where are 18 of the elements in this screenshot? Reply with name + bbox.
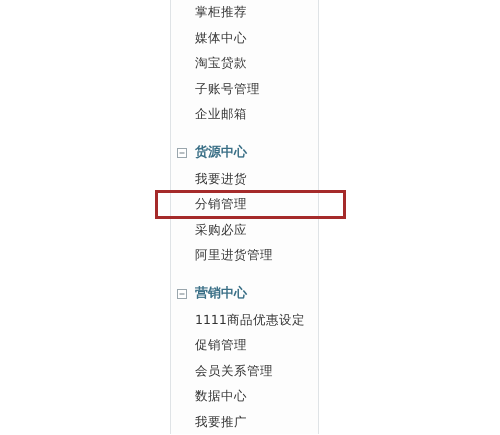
menu-item[interactable]: 我要进货 — [195, 170, 247, 186]
menu-item[interactable]: 掌柜推荐 — [195, 4, 247, 19]
section-title[interactable]: 营销中心 — [195, 284, 247, 304]
menu-item[interactable]: 我要推广 — [195, 414, 247, 428]
collapse-icon[interactable] — [177, 288, 187, 298]
menu-item[interactable]: 1111商品优惠设定 — [195, 312, 305, 326]
section-title[interactable]: 货源中心 — [195, 142, 247, 162]
menu-item[interactable]: 阿里进货管理 — [195, 247, 273, 262]
menu-item[interactable]: 子账号管理 — [195, 80, 260, 96]
menu-item[interactable]: 促销管理 — [195, 337, 247, 352]
menu-item[interactable]: 企业邮箱 — [195, 106, 247, 121]
menu-item[interactable]: 采购必应 — [195, 222, 247, 236]
collapse-icon[interactable] — [177, 148, 187, 158]
menu-item[interactable]: 淘宝贷款 — [195, 55, 247, 70]
menu-item[interactable]: 数据中心 — [195, 388, 247, 403]
menu-item[interactable]: 媒体中心 — [195, 30, 247, 44]
menu-item[interactable]: 会员关系管理 — [195, 362, 273, 378]
menu-item[interactable]: 分销管理 — [195, 196, 247, 211]
